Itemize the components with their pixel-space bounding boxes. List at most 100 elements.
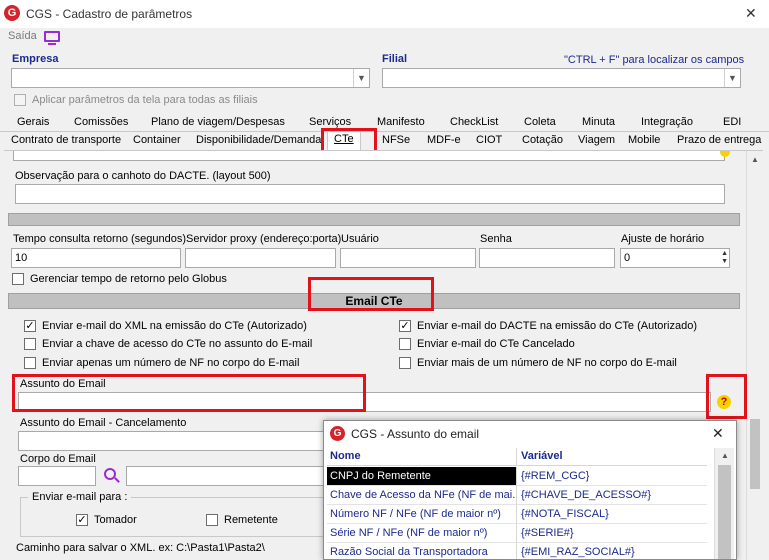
ajuste-label: Ajuste de horário [621, 233, 705, 245]
cb-xml-autorizado[interactable]: ✓ [24, 320, 36, 332]
row-var: {#NOTA_FISCAL} [521, 508, 609, 520]
enviar-para-group [20, 497, 334, 537]
tab-disponibilidade[interactable]: Disponibilidade/Demanda [189, 132, 328, 149]
spinner-up-icon[interactable]: ▲ [721, 250, 728, 258]
usuario-input[interactable] [340, 248, 476, 268]
table-row[interactable]: CNPJ do Remetente {#REM_CGC} [327, 467, 707, 486]
cb-cte-cancelado[interactable] [399, 338, 411, 350]
corpo-label: Corpo do Email [20, 453, 96, 465]
proxy-input[interactable] [185, 248, 336, 268]
corpo-text-input[interactable] [126, 466, 334, 486]
enviar-para-label: Enviar e-mail para : [28, 491, 132, 503]
popup-assunto-email: G CGS - Assunto do email ✕ Nome Variável… [323, 420, 737, 560]
close-icon[interactable]: ✕ [712, 425, 724, 442]
tab-nfse[interactable]: NFSe [375, 132, 417, 149]
row-nome: Série NF / NFe (NF de maior nº) [327, 524, 517, 542]
senha-input[interactable] [479, 248, 615, 268]
grid-body: CNPJ do Remetente {#REM_CGC} Chave de Ac… [327, 467, 707, 559]
row-var: {#REM_CGC} [521, 470, 590, 482]
tab-checklist[interactable]: CheckList [443, 114, 505, 131]
toolbar: Saída [0, 28, 769, 48]
partial-field[interactable] [13, 151, 725, 161]
ajuste-spinner[interactable]: 0 ▲ ▼ [620, 248, 730, 268]
app-logo-icon: G [330, 426, 345, 441]
search-icon-handle [114, 477, 120, 483]
tomador-label: Tomador [94, 514, 137, 526]
tempo-value: 10 [15, 252, 28, 264]
gerenciar-checkbox[interactable] [12, 273, 24, 285]
help-icon[interactable] [720, 151, 730, 157]
close-icon[interactable]: ✕ [745, 5, 757, 22]
monitor-icon[interactable] [44, 31, 60, 42]
tab-edi[interactable]: EDI [716, 114, 748, 131]
row-var: {#EMI_RAZ_SOCIAL#} [521, 546, 635, 558]
cb-chave-assunto-label: Enviar a chave de acesso do CTe no assun… [42, 338, 313, 350]
scroll-up-icon[interactable]: ▲ [751, 155, 759, 164]
tab-contrato-transporte[interactable]: Contrato de transporte [4, 132, 128, 149]
spinner-down-icon[interactable]: ▼ [721, 258, 728, 266]
cb-mais-numero-nf[interactable] [399, 357, 411, 369]
tempo-input[interactable]: 10 [11, 248, 181, 268]
tab-mdfe[interactable]: MDF-e [420, 132, 468, 149]
col-nome[interactable]: Nome [327, 448, 517, 465]
tab-prazo-entrega[interactable]: Prazo de entrega [670, 132, 768, 149]
assunto-cancel-input[interactable] [18, 431, 334, 451]
tab-viagem[interactable]: Viagem [571, 132, 622, 149]
cb-um-numero-nf-label: Enviar apenas um número de NF no corpo d… [42, 357, 300, 369]
row-var: {#SERIE#} [521, 527, 574, 539]
tab-coleta[interactable]: Coleta [517, 114, 563, 131]
row-nome: CNPJ do Remetente [327, 467, 517, 485]
grid-header: Nome Variável [327, 448, 707, 466]
scroll-thumb[interactable] [718, 465, 731, 559]
assunto-cancel-label: Assunto do Email - Cancelamento [20, 417, 187, 429]
apply-all-checkbox[interactable] [14, 94, 26, 106]
main-scrollbar[interactable]: ▲ [746, 151, 763, 560]
cb-cte-cancelado-label: Enviar e-mail do CTe Cancelado [417, 338, 575, 350]
cb-chave-assunto[interactable] [24, 338, 36, 350]
tab-integracao[interactable]: Integração [634, 114, 700, 131]
popup-scrollbar[interactable]: ▲ [714, 448, 734, 559]
row-nome: Chave de Acesso da NFe (NF de mai... [327, 486, 517, 504]
chevron-down-icon[interactable]: ▼ [724, 69, 740, 87]
tab-ciot[interactable]: CIOT [469, 132, 509, 149]
table-row[interactable]: Razão Social da Transportadora {#EMI_RAZ… [327, 543, 707, 559]
tab-minuta[interactable]: Minuta [575, 114, 622, 131]
gerenciar-label: Gerenciar tempo de retorno pelo Globus [30, 273, 227, 285]
tab-cotacao[interactable]: Cotação [515, 132, 570, 149]
tab-plano-viagem[interactable]: Plano de viagem/Despesas [144, 114, 292, 131]
cb-dacte-autorizado-label: Enviar e-mail do DACTE na emissão do CTe… [417, 320, 698, 332]
section-divider [8, 213, 740, 226]
highlight-assunto [12, 374, 366, 412]
caminho-label: Caminho para salvar o XML. ex: C:\Pasta1… [16, 542, 265, 554]
empresa-label: Empresa [12, 53, 59, 65]
popup-title: CGS - Assunto do email [351, 427, 480, 441]
table-row[interactable]: Chave de Acesso da NFe (NF de mai... {#C… [327, 486, 707, 505]
table-row[interactable]: Série NF / NFe (NF de maior nº) {#SERIE#… [327, 524, 707, 543]
tabs-row-2: Contrato de transporte Container Disponi… [0, 131, 769, 150]
window-title: CGS - Cadastro de parâmetros [26, 7, 193, 21]
proxy-label: Servidor proxy (endereço:porta) [186, 233, 342, 245]
tab-manifesto[interactable]: Manifesto [370, 114, 432, 131]
empresa-select[interactable]: ▼ [11, 68, 370, 88]
title-bar: G CGS - Cadastro de parâmetros ✕ [0, 0, 769, 28]
cb-um-numero-nf[interactable] [24, 357, 36, 369]
remetente-checkbox[interactable] [206, 514, 218, 526]
scroll-up-icon[interactable]: ▲ [721, 451, 729, 460]
tab-mobile[interactable]: Mobile [621, 132, 667, 149]
filial-select[interactable]: ▼ [382, 68, 741, 88]
tab-container[interactable]: Container [126, 132, 188, 149]
cb-dacte-autorizado[interactable]: ✓ [399, 320, 411, 332]
usuario-label: Usuário [341, 233, 379, 245]
monitor-stand-icon [48, 43, 56, 45]
tab-comissoes[interactable]: Comissões [67, 114, 135, 131]
corpo-input[interactable] [18, 466, 96, 486]
tab-gerais[interactable]: Gerais [10, 114, 56, 131]
exit-button[interactable]: Saída [8, 30, 37, 42]
chevron-down-icon[interactable]: ▼ [353, 69, 369, 87]
highlight-help [706, 374, 747, 419]
obs-input[interactable] [15, 184, 725, 204]
table-row[interactable]: Número NF / NFe (NF de maior nº) {#NOTA_… [327, 505, 707, 524]
col-variavel[interactable]: Variável [517, 448, 563, 465]
tomador-checkbox[interactable]: ✓ [76, 514, 88, 526]
scroll-thumb[interactable] [750, 419, 760, 489]
